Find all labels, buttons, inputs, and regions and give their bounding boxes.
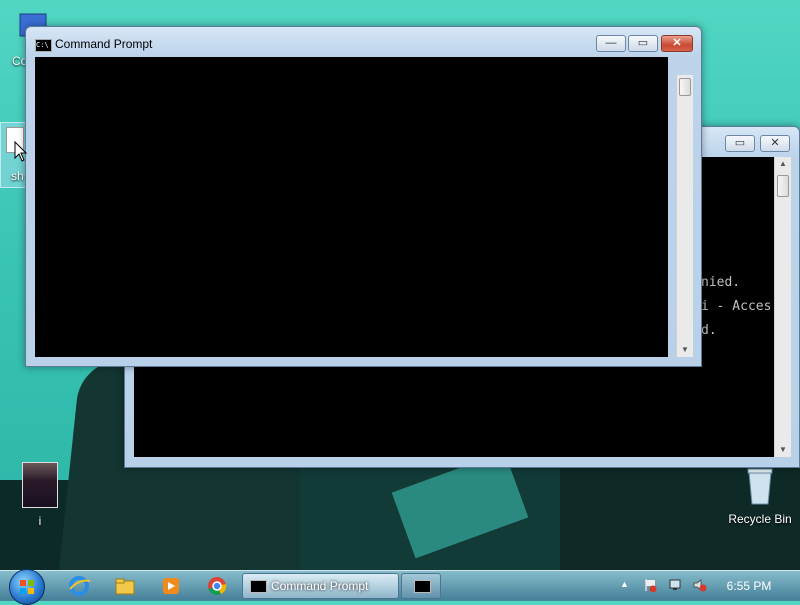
desktop-icon-label: Recycle Bin <box>728 512 792 526</box>
taskbar-pin-chrome[interactable] <box>204 573 230 599</box>
vertical-scrollbar[interactable]: ▲ ▼ <box>676 75 693 357</box>
scroll-down-icon[interactable]: ▼ <box>677 343 693 357</box>
minimize-icon: — <box>605 37 617 49</box>
ie-icon <box>69 576 91 596</box>
taskbar-pin-media-player[interactable] <box>158 573 184 599</box>
cmd-window-front[interactable]: C:\ Command Prompt — ▭ ✕ ▲ ▼ <box>25 26 702 367</box>
taskbar: Command Prompt ▲ 6:55 PM <box>0 569 800 605</box>
taskbar-task-command-prompt[interactable]: Command Prompt <box>242 573 399 599</box>
minimize-button[interactable]: — <box>596 35 626 52</box>
scroll-up-icon[interactable]: ▲ <box>775 157 791 171</box>
scrollbar-thumb[interactable] <box>777 175 789 197</box>
vertical-scrollbar[interactable]: ▲ ▼ <box>774 157 791 457</box>
close-icon: ✕ <box>672 37 682 49</box>
maximize-icon: ▭ <box>637 37 649 49</box>
console-line: d. <box>701 323 717 338</box>
close-button[interactable]: ✕ <box>661 35 693 52</box>
photo-thumbnail-icon <box>22 462 58 508</box>
action-center-icon[interactable] <box>643 578 657 593</box>
scroll-down-icon[interactable]: ▼ <box>775 443 791 457</box>
close-icon: ✕ <box>770 137 780 149</box>
mouse-cursor-icon <box>14 140 28 168</box>
taskbar-task-command-prompt-2[interactable] <box>401 573 441 599</box>
maximize-icon: ▭ <box>734 137 746 149</box>
window-title: Command Prompt <box>55 37 153 51</box>
close-button[interactable]: ✕ <box>760 135 790 152</box>
maximize-button[interactable]: ▭ <box>725 135 755 152</box>
task-label: Command Prompt <box>271 579 369 593</box>
taskbar-clock[interactable]: 6:55 PM <box>714 579 784 593</box>
console-line: i - Acces <box>701 299 772 314</box>
cmd-icon <box>414 580 431 593</box>
desktop-icon-recycle-bin[interactable]: Recycle Bin <box>725 466 795 526</box>
media-player-icon <box>163 578 179 594</box>
desktop-icon-label: i <box>38 514 42 528</box>
console-output[interactable] <box>35 57 668 357</box>
windows-logo-icon <box>20 580 34 594</box>
folder-icon <box>115 578 135 595</box>
network-icon[interactable] <box>669 578 683 592</box>
window-titlebar[interactable]: C:\ Command Prompt — ▭ ✕ <box>26 27 701 57</box>
chrome-icon <box>208 577 227 595</box>
taskbar-pin-explorer[interactable] <box>112 573 138 599</box>
cmd-icon <box>250 580 267 593</box>
volume-icon[interactable] <box>693 578 707 592</box>
console-line: nied. <box>701 275 741 290</box>
taskbar-pin-ie[interactable] <box>66 573 92 599</box>
scrollbar-thumb[interactable] <box>679 78 691 96</box>
cmd-icon: C:\ <box>35 39 52 52</box>
desktop-icon-user-photo[interactable]: i <box>10 462 70 528</box>
recycle-bin-icon <box>745 466 775 506</box>
maximize-button[interactable]: ▭ <box>628 35 658 52</box>
show-hidden-icons-icon[interactable]: ▲ <box>620 579 634 593</box>
